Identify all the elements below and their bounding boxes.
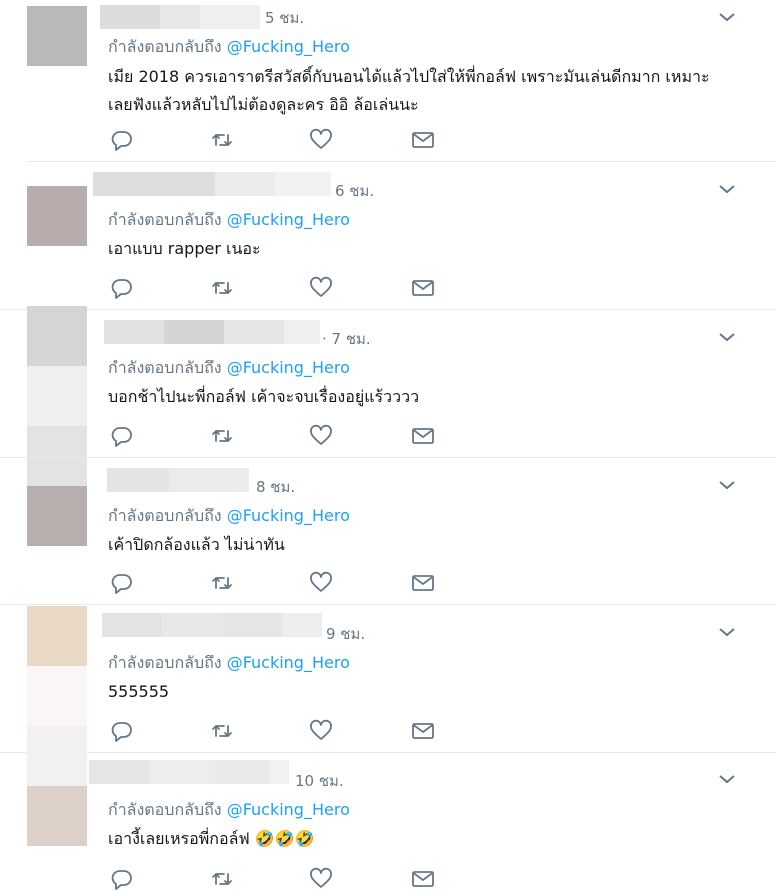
reply-handle-link[interactable]: @Fucking_Hero: [227, 653, 350, 672]
tweet-timestamp[interactable]: · 7 ชม.: [322, 327, 371, 351]
blurred-user-name[interactable]: [102, 613, 322, 637]
chevron-down-icon[interactable]: [717, 179, 737, 199]
tweet-timestamp[interactable]: 9 ชม.: [326, 622, 365, 646]
reply-handle-link[interactable]: @Fucking_Hero: [227, 358, 350, 377]
chevron-down-icon[interactable]: [717, 622, 737, 642]
replying-to: กำลังตอบกลับถึง @Fucking_Hero: [108, 356, 350, 381]
retweet-icon[interactable]: [210, 571, 234, 595]
tweet[interactable]: 5 ชม. กำลังตอบกลับถึง @Fucking_Hero เมีย…: [0, 0, 776, 162]
tweet[interactable]: 6 ชม. กำลังตอบกลับถึง @Fucking_Hero เอาแ…: [0, 162, 776, 310]
heart-icon[interactable]: [309, 424, 333, 448]
tweet-text: เอางี้เลยเหรอพี่กอล์ฟ 🤣🤣🤣: [108, 829, 315, 848]
chevron-down-icon[interactable]: [717, 7, 737, 27]
replying-to: กำลังตอบกลับถึง @Fucking_Hero: [108, 651, 350, 676]
tweet-text: เค้าปิดกล้องแล้ว ไม่น่าทัน: [108, 535, 285, 554]
replying-to: กำลังตอบกลับถึง @Fucking_Hero: [108, 504, 350, 529]
replying-to-label: กำลังตอบกลับถึง: [108, 653, 222, 672]
reply-handle-link[interactable]: @Fucking_Hero: [227, 506, 350, 525]
replying-to-label: กำลังตอบกลับถึง: [108, 506, 222, 525]
tweet-timestamp[interactable]: 10 ชม.: [295, 769, 344, 793]
tweet-actions: [110, 719, 440, 743]
reply-icon[interactable]: [110, 128, 134, 152]
replying-to-label: กำลังตอบกลับถึง: [108, 210, 222, 229]
blurred-user-name[interactable]: [93, 172, 331, 196]
reply-icon[interactable]: [110, 424, 134, 448]
reply-icon[interactable]: [110, 867, 134, 891]
replying-to-label: กำลังตอบกลับถึง: [108, 37, 222, 56]
blurred-user-name[interactable]: [100, 5, 260, 29]
avatar[interactable]: [27, 486, 87, 546]
tweet-text: 555555: [108, 682, 170, 701]
tweet-timestamp[interactable]: 5 ชม.: [265, 6, 304, 30]
reply-handle-link[interactable]: @Fucking_Hero: [227, 210, 350, 229]
chevron-down-icon[interactable]: [717, 327, 737, 347]
reply-icon[interactable]: [110, 571, 134, 595]
avatar[interactable]: [27, 6, 87, 66]
reply-icon[interactable]: [110, 719, 134, 743]
tweet-actions: [110, 571, 440, 595]
replying-to-label: กำลังตอบกลับถึง: [108, 800, 222, 819]
blurred-user-name[interactable]: [107, 468, 249, 492]
retweet-icon[interactable]: [210, 424, 234, 448]
replying-to: กำลังตอบกลับถึง @Fucking_Hero: [108, 208, 350, 233]
heart-icon[interactable]: [309, 571, 333, 595]
tweet[interactable]: · 7 ชม. กำลังตอบกลับถึง @Fucking_Hero บอ…: [0, 306, 776, 486]
reply-handle-link[interactable]: @Fucking_Hero: [227, 37, 350, 56]
tweet[interactable]: 8 ชม. กำลังตอบกลับถึง @Fucking_Hero เค้า…: [0, 458, 776, 605]
envelope-icon[interactable]: [411, 128, 435, 152]
retweet-icon[interactable]: [210, 276, 234, 300]
heart-icon[interactable]: [309, 276, 333, 300]
chevron-down-icon[interactable]: [717, 769, 737, 789]
reply-handle-link[interactable]: @Fucking_Hero: [227, 800, 350, 819]
tweet-text: บอกช้าไปนะพี่กอล์ฟ เค้าจะจบเรื่องอยู่แร้…: [108, 387, 420, 406]
chevron-down-icon[interactable]: [717, 475, 737, 495]
tweet-text: เมีย 2018 ควรเอาราตรีสวัสดิ์กับนอนได้แล้…: [108, 67, 710, 114]
tweet-actions: [110, 867, 440, 891]
reply-icon[interactable]: [110, 276, 134, 300]
retweet-icon[interactable]: [210, 867, 234, 891]
tweet-actions: [110, 128, 440, 152]
envelope-icon[interactable]: [411, 424, 435, 448]
replying-to-label: กำลังตอบกลับถึง: [108, 358, 222, 377]
tweet-timestamp[interactable]: 8 ชม.: [256, 475, 295, 499]
tweet[interactable]: 10 ชม. กำลังตอบกลับถึง @Fucking_Hero เอา…: [0, 726, 776, 892]
envelope-icon[interactable]: [411, 276, 435, 300]
heart-icon[interactable]: [309, 719, 333, 743]
tweet-actions: [110, 424, 440, 448]
heart-icon[interactable]: [309, 867, 333, 891]
tweet[interactable]: 9 ชม. กำลังตอบกลับถึง @Fucking_Hero 5555…: [0, 605, 776, 753]
retweet-icon[interactable]: [210, 128, 234, 152]
avatar[interactable]: [27, 606, 87, 726]
retweet-icon[interactable]: [210, 719, 234, 743]
heart-icon[interactable]: [309, 128, 333, 152]
tweet-actions: [110, 276, 440, 300]
replying-to: กำลังตอบกลับถึง @Fucking_Hero: [108, 35, 350, 60]
blurred-user-name[interactable]: [89, 760, 289, 784]
avatar[interactable]: [27, 186, 87, 246]
replying-to: กำลังตอบกลับถึง @Fucking_Hero: [108, 798, 350, 823]
blurred-user-name[interactable]: [104, 320, 320, 344]
tweet-text: เอาแบบ rapper เนอะ: [108, 239, 261, 258]
envelope-icon[interactable]: [411, 867, 435, 891]
avatar[interactable]: [27, 726, 87, 846]
envelope-icon[interactable]: [411, 571, 435, 595]
envelope-icon[interactable]: [411, 719, 435, 743]
tweet-timestamp[interactable]: 6 ชม.: [335, 179, 374, 203]
